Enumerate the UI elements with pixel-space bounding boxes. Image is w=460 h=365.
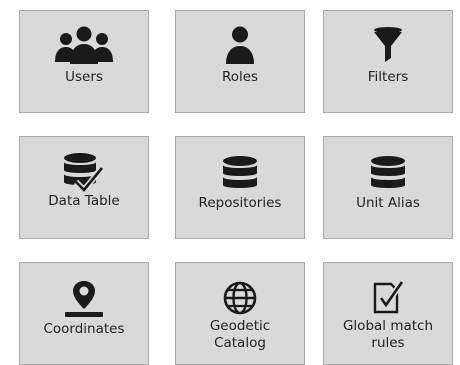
roles-label: Roles: [221, 69, 259, 85]
users-icon: [20, 25, 148, 67]
unit-alias-tile[interactable]: Unit Alias: [323, 136, 453, 239]
global-match-rules-label: Global match rules: [342, 318, 434, 351]
coordinates-label: Coordinates: [43, 321, 125, 337]
repositories-label: Repositories: [198, 195, 282, 211]
globe-icon: [176, 279, 304, 317]
repositories-tile[interactable]: Repositories: [175, 136, 305, 239]
geodetic-catalog-label: Geodetic Catalog: [209, 318, 271, 351]
data-table-label: Data Table: [48, 193, 120, 209]
roles-tile[interactable]: Roles: [175, 10, 305, 113]
data-table-tile[interactable]: Data Table: [19, 136, 149, 239]
map-pin-icon: [20, 279, 148, 319]
users-tile[interactable]: Users: [19, 10, 149, 113]
database-icon: [324, 153, 452, 195]
funnel-icon: [324, 25, 452, 67]
user-icon: [176, 25, 304, 67]
document-check-icon: [324, 279, 452, 317]
coordinates-tile[interactable]: Coordinates: [19, 262, 149, 365]
filters-label: Filters: [367, 69, 409, 85]
database-icon: [176, 153, 304, 195]
unit-alias-label: Unit Alias: [356, 195, 420, 211]
geodetic-catalog-tile[interactable]: Geodetic Catalog: [175, 262, 305, 365]
database-check-icon: [20, 151, 148, 195]
users-label: Users: [65, 69, 103, 85]
global-match-rules-tile[interactable]: Global match rules: [323, 262, 453, 365]
filters-tile[interactable]: Filters: [323, 10, 453, 113]
